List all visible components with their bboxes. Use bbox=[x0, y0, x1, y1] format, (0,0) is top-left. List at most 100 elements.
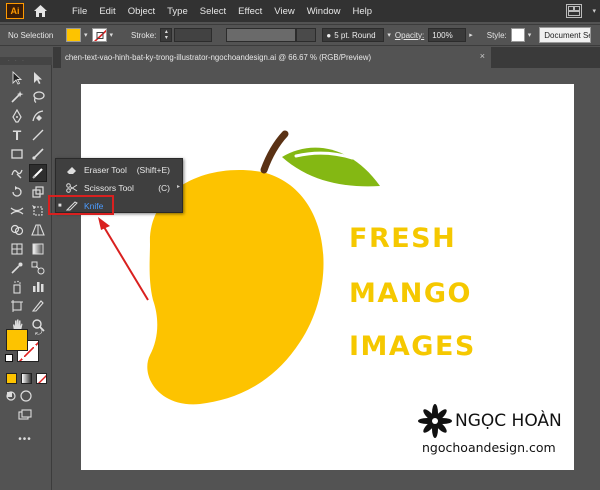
profile-spacer bbox=[296, 28, 317, 42]
stepper-arrows-icon: ▴ ▾ bbox=[164, 29, 168, 41]
menu-help[interactable]: Help bbox=[347, 6, 379, 17]
style-dropdown-icon[interactable]: ▾ bbox=[528, 31, 532, 39]
brush-definition[interactable]: ● 5 pt. Round bbox=[322, 28, 385, 42]
free-transform-tool-icon[interactable] bbox=[29, 202, 47, 220]
none-mode-icon[interactable] bbox=[36, 373, 47, 384]
slice-tool-icon[interactable] bbox=[29, 297, 47, 315]
stroke-weight-field[interactable] bbox=[174, 28, 213, 42]
opacity-field[interactable]: 100% bbox=[428, 28, 467, 42]
brand-logo-icon bbox=[418, 404, 452, 438]
lasso-tool-icon[interactable] bbox=[29, 88, 47, 106]
flyout-shortcut-eraser: (Shift+E) bbox=[136, 164, 170, 175]
curvature-tool-icon[interactable] bbox=[29, 107, 47, 125]
draw-mode-icon[interactable] bbox=[4, 389, 18, 403]
flyout-item-scissors[interactable]: Scissors Tool (C) bbox=[56, 179, 182, 196]
change-screen-mode-icon[interactable] bbox=[16, 407, 34, 425]
control-bar: No Selection ▾ ▾ Stroke: ▴ ▾ ● 5 pt. Roun… bbox=[0, 24, 600, 46]
stroke-label: Stroke: bbox=[131, 30, 157, 40]
arrange-documents-icon[interactable] bbox=[566, 4, 583, 18]
swap-fill-stroke-icon[interactable]: ⤾ bbox=[35, 327, 43, 338]
fill-swatch[interactable] bbox=[66, 28, 81, 42]
opacity-dropdown-icon[interactable]: ▸ bbox=[469, 31, 473, 39]
flyout-tearoff-icon[interactable]: ▸ bbox=[177, 183, 180, 190]
menu-items: File Edit Object Type Select Effect View… bbox=[66, 6, 378, 17]
color-mode-icon[interactable] bbox=[6, 373, 17, 384]
graphic-style-swatch[interactable] bbox=[510, 28, 525, 42]
magic-wand-icon[interactable] bbox=[8, 88, 26, 106]
scissors-icon bbox=[64, 182, 80, 193]
tools-panel: · · · T ⤾ ••• bbox=[0, 57, 52, 490]
stroke-dropdown-icon[interactable]: ▾ bbox=[110, 31, 114, 39]
shaper-tool-icon[interactable] bbox=[8, 164, 26, 182]
default-colors-icon[interactable] bbox=[5, 354, 13, 362]
perspective-grid-tool-icon[interactable] bbox=[29, 221, 47, 239]
symbol-sprayer-tool-icon[interactable] bbox=[8, 278, 26, 296]
headline-mango: MANGO bbox=[349, 278, 472, 309]
column-graph-tool-icon[interactable] bbox=[29, 278, 47, 296]
gradient-mode-icon[interactable] bbox=[21, 373, 32, 384]
menu-window[interactable]: Window bbox=[301, 6, 347, 17]
shape-builder-tool-icon[interactable] bbox=[8, 221, 26, 239]
menu-select[interactable]: Select bbox=[194, 6, 232, 17]
opacity-value: 100% bbox=[432, 30, 453, 40]
flyout-shortcut-scissors: (C) bbox=[158, 182, 170, 193]
mesh-tool-icon[interactable] bbox=[8, 240, 26, 258]
stroke-swatch[interactable] bbox=[91, 28, 107, 42]
dot-icon: ● bbox=[326, 30, 332, 40]
brand-url: ngochoandesign.com bbox=[422, 440, 556, 455]
selection-tool-icon[interactable] bbox=[8, 69, 26, 87]
menu-type[interactable]: Type bbox=[161, 6, 194, 17]
blend-tool-icon[interactable] bbox=[29, 259, 47, 277]
menu-right: ▾ bbox=[566, 0, 600, 22]
menu-object[interactable]: Object bbox=[122, 6, 161, 17]
brand-name: NGỌC HOÀN bbox=[455, 411, 562, 431]
home-icon[interactable] bbox=[32, 3, 48, 19]
opacity-label[interactable]: Opacity: bbox=[395, 31, 424, 40]
document-setup-label: Document Se bbox=[544, 30, 592, 40]
rotate-tool-icon[interactable] bbox=[8, 183, 26, 201]
menu-edit[interactable]: Edit bbox=[93, 6, 121, 17]
stroke-weight-stepper[interactable]: ▴ ▾ bbox=[160, 28, 173, 42]
screen-mode-icon[interactable] bbox=[19, 389, 33, 403]
variable-width-profile[interactable] bbox=[226, 28, 297, 42]
eraser-icon bbox=[64, 165, 80, 175]
flyout-label-eraser: Eraser Tool bbox=[84, 164, 127, 175]
brush-value: 5 pt. Round bbox=[334, 30, 376, 40]
panel-grip[interactable]: · · · bbox=[0, 57, 52, 65]
menu-view[interactable]: View bbox=[268, 6, 300, 17]
artboard-tool-icon[interactable] bbox=[8, 297, 26, 315]
menu-effect[interactable]: Effect bbox=[232, 6, 268, 17]
rectangle-tool-icon[interactable] bbox=[8, 145, 26, 163]
gradient-tool-icon[interactable] bbox=[29, 240, 47, 258]
fill-color-front[interactable] bbox=[6, 329, 28, 351]
document-title: chen-text-vao-hinh-bat-ky-trong-illustra… bbox=[65, 53, 372, 62]
headline-fresh: FRESH bbox=[349, 223, 457, 254]
line-segment-tool-icon[interactable] bbox=[29, 126, 47, 144]
knife-highlight-box bbox=[48, 195, 114, 215]
flyout-label-scissors: Scissors Tool bbox=[84, 182, 134, 193]
pen-tool-icon[interactable] bbox=[8, 107, 26, 125]
direct-selection-tool-icon[interactable] bbox=[29, 69, 47, 87]
fill-dropdown-icon[interactable]: ▾ bbox=[84, 31, 88, 39]
close-tab-icon[interactable]: × bbox=[480, 51, 485, 61]
illustrator-window: Ai File Edit Object Type Select Effect V… bbox=[0, 0, 600, 490]
app-logo: Ai bbox=[6, 3, 24, 19]
eyedropper-tool-icon[interactable] bbox=[8, 259, 26, 277]
type-tool-icon[interactable]: T bbox=[8, 126, 26, 144]
selection-status: No Selection bbox=[8, 30, 54, 40]
document-setup-button[interactable]: Document Se bbox=[539, 27, 592, 43]
headline-images: IMAGES bbox=[349, 331, 476, 362]
menu-bar: Ai File Edit Object Type Select Effect V… bbox=[0, 0, 600, 22]
menu-file[interactable]: File bbox=[66, 6, 93, 17]
flyout-item-eraser[interactable]: Eraser Tool (Shift+E) bbox=[56, 161, 182, 178]
eraser-tool-active-icon[interactable] bbox=[29, 164, 47, 182]
grip-dots: · · · bbox=[8, 58, 26, 64]
chevron-down-icon[interactable]: ▾ bbox=[592, 7, 596, 15]
edit-toolbar-icon[interactable]: ••• bbox=[16, 430, 34, 448]
brush-dropdown-icon[interactable]: ▾ bbox=[387, 31, 391, 39]
style-label: Style: bbox=[486, 30, 507, 40]
scale-tool-icon[interactable] bbox=[29, 183, 47, 201]
width-tool-icon[interactable] bbox=[8, 202, 26, 220]
document-tab[interactable]: chen-text-vao-hinh-bat-ky-trong-illustra… bbox=[61, 47, 491, 68]
paintbrush-tool-icon[interactable] bbox=[29, 145, 47, 163]
